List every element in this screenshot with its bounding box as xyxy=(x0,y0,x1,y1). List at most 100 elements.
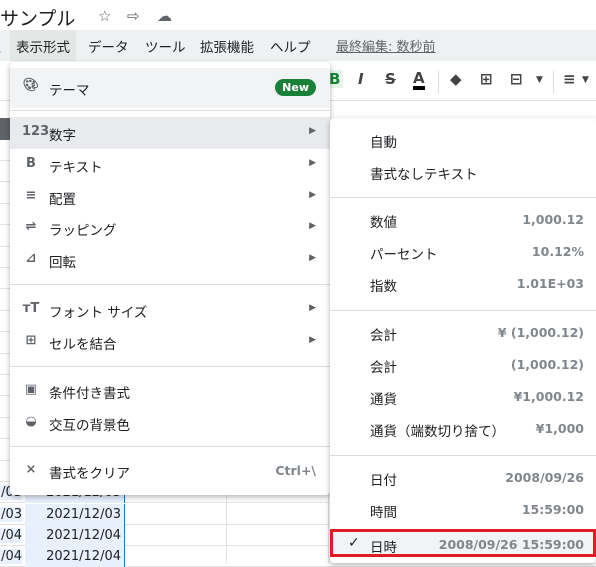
submenu-item[interactable]: 会計 (1,000.12) xyxy=(330,349,596,381)
submenu-arrow-icon: ▶ xyxy=(309,158,316,168)
submenu-item[interactable]: 日付 2008/09/26 xyxy=(330,462,596,494)
submenu-arrow-icon: ▶ xyxy=(309,221,316,231)
document-title[interactable]: サンプル xyxy=(0,4,75,31)
submenu-arrow-icon: ▶ xyxy=(309,253,316,263)
menu-item[interactable]: ⇌ ラッピング ▶ xyxy=(10,212,330,244)
menu-extensions[interactable]: 拡張機能 xyxy=(200,36,254,56)
align-dropdown-icon[interactable]: ▼ xyxy=(582,75,589,85)
submenu-item-selected[interactable]: ✓ 日時 2008/09/26 15:59:00 xyxy=(330,529,596,557)
cell-b[interactable]: 2021/12/04 xyxy=(25,525,125,546)
align-icon[interactable]: ≡ xyxy=(563,70,576,88)
submenu-item[interactable]: 会計 ¥ (1,000.12) xyxy=(330,317,596,349)
submenu-item-label: 会計 xyxy=(370,360,397,376)
last-edit-link[interactable]: 最終編集: 数秒前 xyxy=(336,36,436,55)
borders-icon[interactable]: ⊞ xyxy=(480,70,493,88)
rotate-icon: ⊿ xyxy=(25,251,37,266)
align-icon: ≡ xyxy=(25,188,37,203)
text-color-button[interactable]: A xyxy=(413,70,425,90)
menu-item[interactable]: ◒ 交互の背景色 xyxy=(10,407,330,439)
cell-a[interactable]: 2/04 xyxy=(0,528,22,543)
format-example: 15:59:00 xyxy=(521,502,584,517)
menu-item-label: フォント サイズ xyxy=(49,305,148,321)
menu-item-label: 条件付き書式 xyxy=(49,386,130,402)
submenu-item-label: 日時 xyxy=(370,540,397,556)
toolbar-divider xyxy=(438,71,439,93)
text-bold-icon: B xyxy=(26,156,36,171)
submenu-arrow-icon: ▶ xyxy=(309,190,316,200)
submenu-item-label: 会計 xyxy=(370,328,397,344)
move-to-folder-icon[interactable]: ⇨ xyxy=(127,7,140,25)
submenu-item[interactable]: 時間 15:59:00 xyxy=(330,494,596,526)
format-example: ¥ (1,000.12) xyxy=(497,325,584,340)
merge-dropdown-icon[interactable]: ▼ xyxy=(536,75,543,85)
menu-tools[interactable]: ツール xyxy=(145,36,186,56)
format-example: ¥1,000 xyxy=(535,421,584,436)
submenu-item[interactable]: 通貨（端数切り捨て） ¥1,000 xyxy=(330,413,596,445)
format-example: 2008/09/26 15:59:00 xyxy=(438,537,584,552)
menu-item-label: 配置 xyxy=(49,192,76,208)
column-header[interactable] xyxy=(0,118,10,140)
cell-a[interactable]: 2/04 xyxy=(0,549,22,564)
menu-item-theme[interactable]: 🎨︎ テーマ New xyxy=(10,68,330,108)
toolbar-divider xyxy=(553,71,554,93)
cell-a[interactable]: 2/03 xyxy=(0,507,22,522)
menu-data[interactable]: データ xyxy=(88,36,129,56)
number-format-submenu: 自動書式なしテキスト 数値 1,000.12 パーセント 10.12% 指数 1.01E+0… xyxy=(330,118,596,563)
star-icon[interactable]: ☆ xyxy=(98,7,111,25)
format-menu: 🎨︎ テーマ New 123 数字 ▶ B テキスト ▶ ≡ 配置 ▶ ⇌ ラッピング ▶ ⊿ 回転 ▶ тT… xyxy=(10,62,330,495)
palette-icon: 🎨︎ xyxy=(22,78,40,93)
menu-item-label: 回転 xyxy=(49,255,76,271)
new-badge: New xyxy=(275,79,316,96)
submenu-item-label: 書式なしテキスト xyxy=(370,167,478,183)
submenu-item-label: 通貨 xyxy=(370,392,397,408)
format-example: ¥1,000.12 xyxy=(513,389,584,404)
format-example: 10.12% xyxy=(531,244,584,259)
menu-help[interactable]: ヘルプ xyxy=(270,36,311,56)
strikethrough-button[interactable]: S xyxy=(385,70,396,88)
submenu-item-label: 数値 xyxy=(370,215,397,231)
submenu-item[interactable]: パーセント 10.12% xyxy=(330,236,596,268)
submenu-item[interactable]: 書式なしテキスト xyxy=(330,156,596,188)
cell-b[interactable]: 2021/12/04 xyxy=(25,546,125,567)
format-example: 1.01E+03 xyxy=(516,276,584,291)
menu-item-label: 書式をクリア xyxy=(49,466,130,482)
menu-divider xyxy=(330,455,596,456)
wrap-icon: ⇌ xyxy=(25,219,37,234)
menu-item[interactable]: ▣ 条件付き書式 xyxy=(10,375,330,407)
conditional-format-icon: ▣ xyxy=(24,382,38,397)
menu-item[interactable]: B テキスト ▶ xyxy=(10,149,330,181)
submenu-item[interactable]: 自動 xyxy=(330,124,596,156)
submenu-item[interactable]: 数値 1,000.12 xyxy=(330,204,596,236)
menu-item[interactable]: 123 数字 ▶ xyxy=(10,117,330,149)
submenu-item-label: 指数 xyxy=(370,279,397,295)
alternating-colors-icon: ◒ xyxy=(25,414,37,429)
merge-cells-icon[interactable]: ⊟ xyxy=(510,70,523,88)
menu-divider xyxy=(10,446,330,447)
menu-item-label: テキスト xyxy=(49,160,103,176)
submenu-item-label: パーセント xyxy=(370,247,438,263)
italic-button[interactable]: I xyxy=(358,70,364,88)
menu-divider xyxy=(330,197,596,198)
merge-icon: ⊞ xyxy=(25,333,37,348)
submenu-arrow-icon: ▶ xyxy=(309,126,316,136)
submenu-item[interactable]: 指数 1.01E+03 xyxy=(330,268,596,300)
fill-color-icon[interactable]: ◆ xyxy=(450,70,462,88)
menu-item-label: 数字 xyxy=(49,128,76,144)
menu-divider xyxy=(10,284,330,285)
menu-format[interactable]: 表示形式 xyxy=(10,30,76,61)
font-size-icon: тT xyxy=(22,301,40,316)
submenu-item-label: 通貨（端数切り捨て） xyxy=(370,424,505,440)
cloud-status-icon[interactable]: ☁ xyxy=(157,7,172,25)
menu-item[interactable]: тT フォント サイズ ▶ xyxy=(10,294,330,326)
cell-b[interactable]: 2021/12/03 xyxy=(25,504,125,525)
menu-item[interactable]: ⊿ 回転 ▶ xyxy=(10,244,330,276)
menu-fragment[interactable]: 、 xyxy=(0,36,10,56)
submenu-arrow-icon: ▶ xyxy=(309,335,316,345)
menu-item[interactable]: ⨯ 書式をクリア Ctrl+\ xyxy=(10,455,330,487)
menu-divider xyxy=(330,310,596,311)
submenu-item[interactable]: 通貨 ¥1,000.12 xyxy=(330,381,596,413)
menu-item[interactable]: ≡ 配置 ▶ xyxy=(10,181,330,213)
menu-item[interactable]: ⊞ セルを結合 ▶ xyxy=(10,326,330,358)
format-example: 1,000.12 xyxy=(522,212,584,227)
menu-item-label: 交互の背景色 xyxy=(49,418,130,434)
